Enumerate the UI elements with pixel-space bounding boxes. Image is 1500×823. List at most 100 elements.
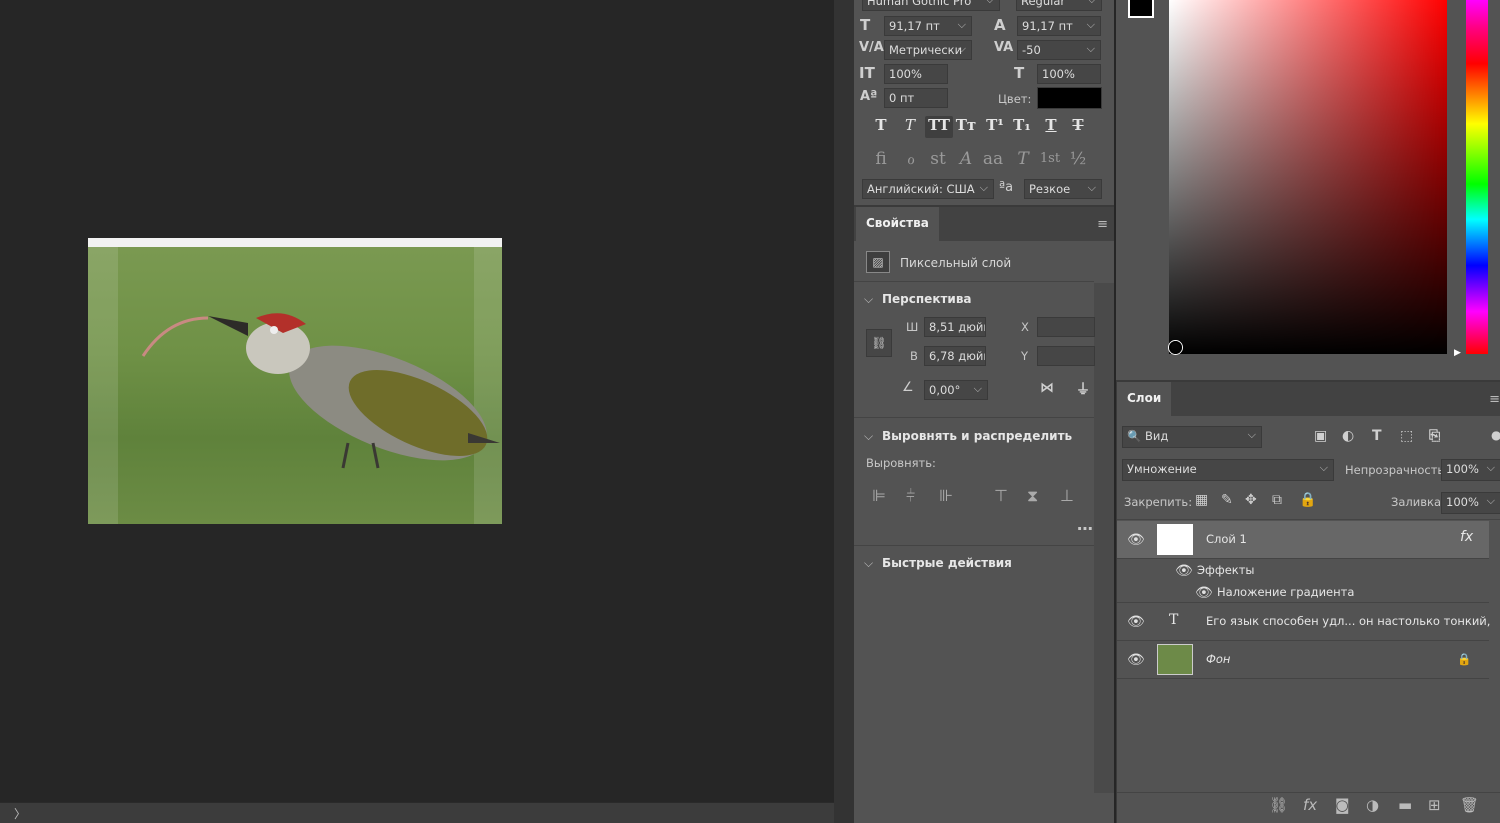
kerning-select[interactable]: Метрически xyxy=(884,40,972,60)
status-bar[interactable]: 〉 xyxy=(0,802,834,823)
swash-button[interactable]: A xyxy=(954,149,978,171)
lock-all-icon[interactable]: 🔒 xyxy=(1299,492,1316,508)
canvas-area[interactable] xyxy=(0,0,834,802)
opacity-field[interactable]: 100% xyxy=(1441,459,1500,481)
properties-scrollbar[interactable] xyxy=(1094,283,1114,793)
baseline-shift-field[interactable]: 0 пт xyxy=(884,88,948,108)
angle-field[interactable]: 0,00° xyxy=(924,380,988,400)
eye-icon[interactable]: 👁 xyxy=(1127,532,1145,548)
section-transform[interactable]: ⌵ Перспектива xyxy=(864,292,972,307)
saturation-value-field[interactable] xyxy=(1169,0,1447,354)
horizontal-scale-field[interactable]: 100% xyxy=(1037,64,1101,84)
expand-icon[interactable]: 〉 xyxy=(14,805,26,822)
layer1-name[interactable]: Слой 1 xyxy=(1206,532,1247,546)
faux-bold-button[interactable]: T xyxy=(869,116,893,138)
all-caps-button[interactable]: TT xyxy=(925,116,953,138)
fill-field[interactable]: 100% xyxy=(1441,492,1500,514)
antialias-select[interactable]: Резкое xyxy=(1024,179,1102,199)
height-field[interactable]: 6,78 дюйм xyxy=(924,346,986,366)
discretionary-ligatures-button[interactable]: st xyxy=(926,149,950,171)
align-bottom-icon[interactable]: ⊥ xyxy=(1060,486,1074,505)
hue-slider[interactable] xyxy=(1466,0,1488,354)
small-caps-button[interactable]: Tт xyxy=(954,116,978,138)
leading-icon: A xyxy=(994,16,1006,34)
stylistic-alternates-button[interactable]: aa xyxy=(981,149,1005,171)
eye-icon[interactable]: 👁 xyxy=(1127,614,1145,630)
section-quick-actions[interactable]: ⌵ Быстрые действия xyxy=(864,556,1012,571)
strikethrough-button[interactable]: T xyxy=(1066,116,1090,138)
text-color-swatch[interactable] xyxy=(1037,87,1102,109)
tab-properties[interactable]: Свойства xyxy=(856,207,939,241)
add-mask-icon[interactable]: ◙ xyxy=(1335,796,1350,814)
fx-badge-icon[interactable]: fx xyxy=(1460,529,1473,545)
layer-row-background[interactable]: 👁 Фон 🔒 xyxy=(1117,641,1489,679)
blend-mode-select[interactable]: Умножение xyxy=(1122,459,1334,481)
tab-layers[interactable]: Слои xyxy=(1117,382,1172,416)
ligatures-button[interactable]: fi xyxy=(869,149,893,171)
tracking-select[interactable]: -50 xyxy=(1017,40,1101,60)
font-style-select[interactable]: Regular xyxy=(1016,0,1102,11)
add-style-icon[interactable]: fx xyxy=(1303,796,1317,814)
background-layer-name[interactable]: Фон xyxy=(1206,652,1230,666)
flip-vertical-icon[interactable]: ⏚ xyxy=(1076,379,1090,399)
underline-button[interactable]: T xyxy=(1039,116,1063,138)
new-adjustment-icon[interactable]: ◑ xyxy=(1366,796,1379,814)
titling-alternates-button[interactable]: T xyxy=(1011,149,1035,171)
filter-type-icon[interactable]: T xyxy=(1372,428,1382,444)
filter-adjustment-icon[interactable]: ◐ xyxy=(1342,428,1354,444)
layer-effect-gradient-row[interactable]: 👁 Наложение градиента xyxy=(1117,581,1489,603)
leading-field[interactable]: 91,17 пт xyxy=(1017,16,1101,36)
fractions-button[interactable]: ½ xyxy=(1066,149,1090,171)
font-family-select[interactable]: Human Gothic Pro xyxy=(862,0,1000,11)
color-picker-cursor[interactable] xyxy=(1169,341,1182,354)
language-select[interactable]: Английский: США xyxy=(862,179,994,199)
new-group-icon[interactable]: ▬ xyxy=(1398,796,1412,814)
contextual-alternates-button[interactable]: ℴ xyxy=(899,149,923,171)
align-center-v-icon[interactable]: ⧗ xyxy=(1027,486,1038,506)
lock-image-icon[interactable]: ✎ xyxy=(1221,492,1233,508)
eye-icon[interactable]: 👁 xyxy=(1195,585,1213,601)
align-left-icon[interactable]: ⊫ xyxy=(872,486,886,505)
background-thumbnail[interactable] xyxy=(1157,644,1193,675)
filter-toggle-icon[interactable]: ● xyxy=(1491,428,1500,442)
link-chain-icon[interactable]: ⛓ xyxy=(866,329,892,357)
subscript-button[interactable]: T₁ xyxy=(1010,116,1034,138)
filter-shape-icon[interactable]: ⬚ xyxy=(1400,428,1413,444)
filter-pixel-icon[interactable]: ▣ xyxy=(1314,428,1327,444)
ordinals-button[interactable]: 1st xyxy=(1038,151,1062,173)
layer-row-text[interactable]: 👁 T Его язык способен удл... он настольк… xyxy=(1117,603,1490,641)
x-field[interactable] xyxy=(1037,317,1095,337)
flip-horizontal-icon[interactable]: ⋈ xyxy=(1040,380,1054,396)
section-align[interactable]: ⌵ Выровнять и распределить xyxy=(864,429,1072,444)
filter-smart-object-icon[interactable]: ⎘ xyxy=(1429,428,1440,444)
eye-icon[interactable]: 👁 xyxy=(1127,652,1145,668)
layer1-thumbnail[interactable] xyxy=(1157,524,1193,555)
hue-slider-handle-icon[interactable]: ▶ xyxy=(1454,348,1461,358)
document-image[interactable] xyxy=(88,238,502,524)
align-center-h-icon[interactable]: ⫩ xyxy=(906,486,915,506)
font-size-field[interactable]: 91,17 пт xyxy=(884,16,972,36)
width-field[interactable]: 8,51 дюйм xyxy=(924,317,986,337)
layer-effects-row[interactable]: 👁 Эффекты xyxy=(1117,559,1489,581)
align-right-icon[interactable]: ⊪ xyxy=(939,486,953,505)
new-layer-icon[interactable]: ⊞ xyxy=(1428,796,1441,814)
align-top-icon[interactable]: ⊤ xyxy=(994,486,1008,505)
more-options-icon[interactable]: ⋯ xyxy=(1077,519,1093,538)
lock-transparent-icon[interactable]: ▦ xyxy=(1195,492,1208,508)
faux-italic-button[interactable]: T xyxy=(898,116,922,138)
text-layer-name[interactable]: Его язык способен удл... он настолько то… xyxy=(1206,614,1490,628)
lock-artboard-icon[interactable]: ⧉ xyxy=(1272,492,1282,508)
link-layers-icon[interactable]: ⛓ xyxy=(1269,796,1288,814)
y-field[interactable] xyxy=(1037,346,1095,366)
superscript-button[interactable]: T¹ xyxy=(983,116,1007,138)
eye-icon[interactable]: 👁 xyxy=(1175,563,1193,579)
lock-icon[interactable]: 🔒 xyxy=(1457,652,1471,666)
lock-position-icon[interactable]: ✥ xyxy=(1245,492,1257,508)
panel-menu-icon[interactable]: ≡ xyxy=(1489,392,1500,407)
panel-menu-icon[interactable]: ≡ xyxy=(1097,217,1108,232)
foreground-color-swatch[interactable] xyxy=(1128,0,1154,18)
layer-filter-select[interactable]: 🔍 Вид xyxy=(1122,426,1262,448)
delete-layer-icon[interactable]: 🗑 xyxy=(1460,796,1479,814)
layer-row-layer1[interactable]: 👁 Слой 1 fx xyxy=(1117,521,1489,559)
vertical-scale-field[interactable]: 100% xyxy=(884,64,948,84)
